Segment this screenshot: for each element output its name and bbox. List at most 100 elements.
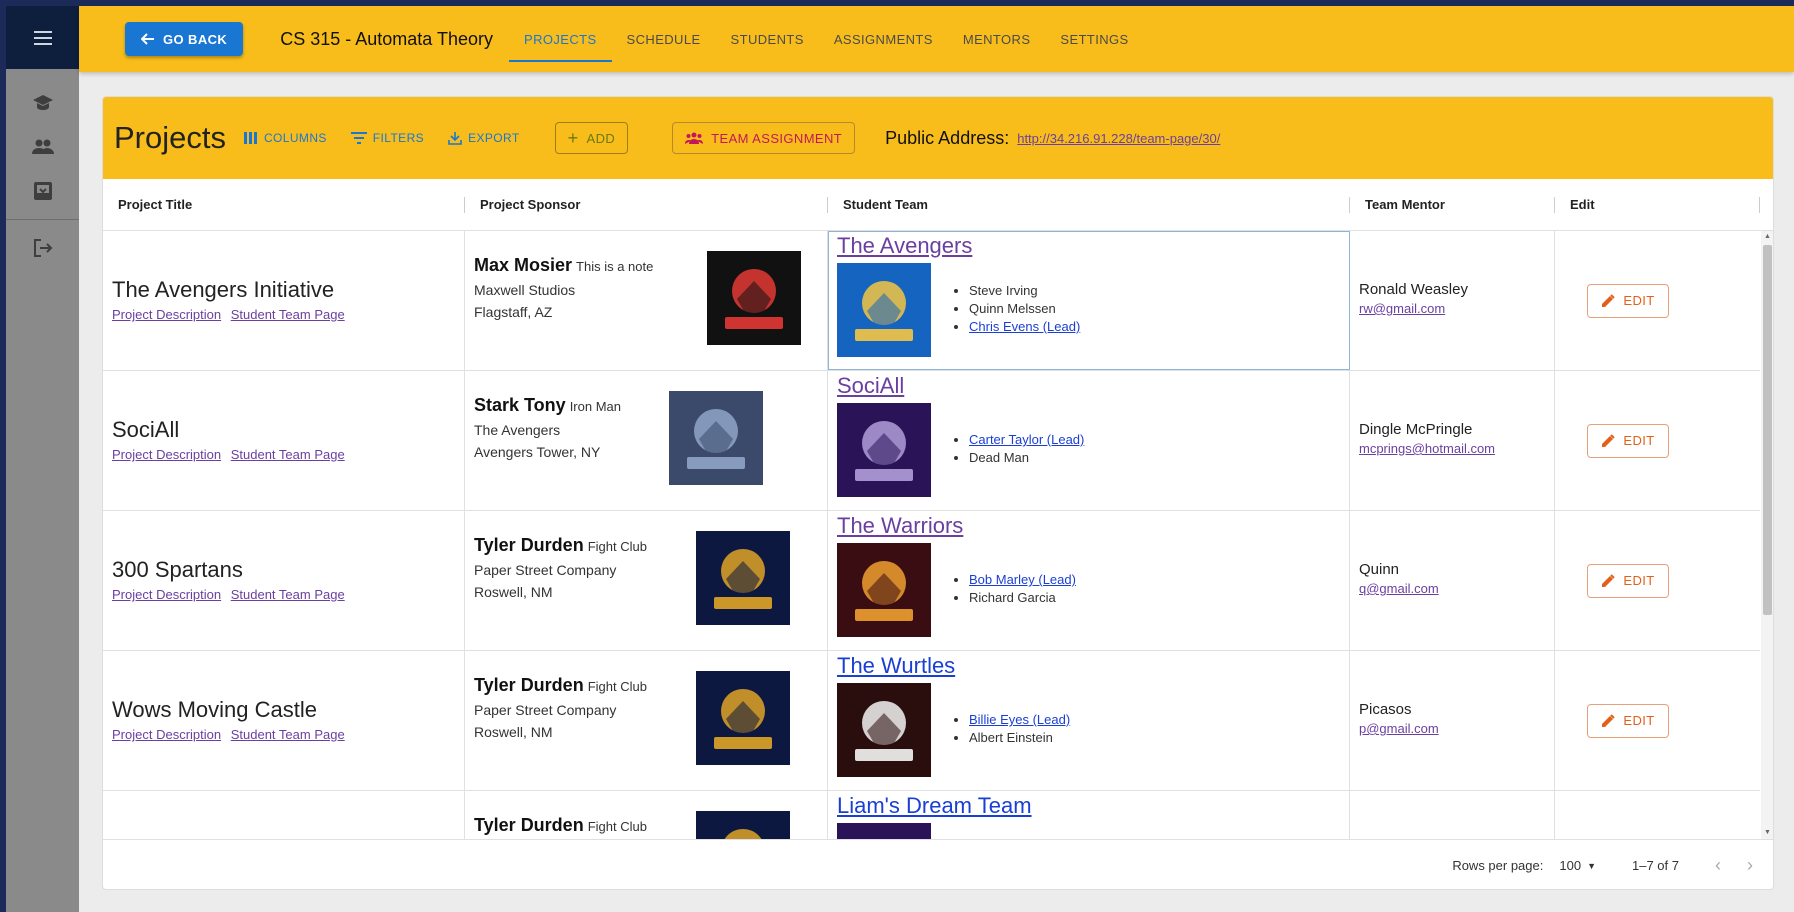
team-member-name[interactable]: Billie Eyes (Lead) bbox=[969, 712, 1070, 727]
team-name-link[interactable]: The Avengers bbox=[837, 233, 1349, 259]
team-member-name[interactable]: Bob Marley (Lead) bbox=[969, 572, 1076, 587]
filters-button[interactable]: FILTERS bbox=[350, 131, 425, 145]
tab-assignments[interactable]: ASSIGNMENTS bbox=[819, 6, 948, 72]
pencil-icon bbox=[1602, 433, 1616, 447]
tab-schedule[interactable]: SCHEDULE bbox=[612, 6, 716, 72]
lion-logo bbox=[837, 543, 931, 637]
tab-settings[interactable]: SETTINGS bbox=[1045, 6, 1143, 72]
team-member-name[interactable]: Chris Evens (Lead) bbox=[969, 319, 1080, 334]
student-team-page-link[interactable]: Student Team Page bbox=[231, 727, 345, 742]
project-description-link[interactable]: Project Description bbox=[112, 727, 221, 742]
project-description-link[interactable]: Project Description bbox=[112, 447, 221, 462]
student-team-page-link[interactable]: Student Team Page bbox=[231, 447, 345, 462]
sponsor-name: Tyler Durden bbox=[474, 675, 584, 695]
sponsor-logo bbox=[696, 671, 790, 765]
grid-scrollbar[interactable]: ▲ ▼ bbox=[1761, 231, 1773, 839]
go-back-button[interactable]: GO BACK bbox=[125, 22, 244, 56]
team-member[interactable]: Billie Eyes (Lead) bbox=[969, 712, 1070, 727]
next-page-button[interactable]: › bbox=[1747, 855, 1753, 876]
team-member[interactable]: Chris Evens (Lead) bbox=[969, 319, 1080, 334]
table-row[interactable]: 300 Spartans Project Description Student… bbox=[103, 511, 1760, 651]
header-project-sponsor[interactable]: Project Sponsor bbox=[465, 179, 828, 230]
header-student-team[interactable]: Student Team bbox=[828, 179, 1350, 230]
rail-users-button[interactable] bbox=[6, 125, 79, 169]
header-edit[interactable]: Edit bbox=[1555, 179, 1760, 230]
team-mentor-cell bbox=[1350, 791, 1555, 839]
edit-cell: EDIT bbox=[1555, 231, 1760, 370]
project-sponsor-cell: Tyler Durden Fight Club Paper Street Comp… bbox=[465, 651, 828, 790]
table-row[interactable]: SociAll Project Description Student Team… bbox=[103, 371, 1760, 511]
school-icon bbox=[32, 95, 53, 110]
team-body: Bob Marley (Lead) Richard Garcia bbox=[837, 543, 1349, 637]
filters-label: FILTERS bbox=[372, 131, 425, 145]
scrollbar-thumb[interactable] bbox=[1763, 245, 1772, 615]
plus-icon: + bbox=[567, 128, 579, 148]
tab-students[interactable]: STUDENTS bbox=[716, 6, 819, 72]
student-team-cell[interactable]: The Wurtles Billie Eyes (Lead) Albert Ein… bbox=[828, 651, 1350, 790]
mentor-email-link[interactable]: mcprings@hotmail.com bbox=[1359, 441, 1554, 456]
student-team-page-link[interactable]: Student Team Page bbox=[231, 307, 345, 322]
mentor-email-link[interactable]: q@gmail.com bbox=[1359, 581, 1554, 596]
team-member: Albert Einstein bbox=[969, 730, 1070, 745]
project-description-link[interactable]: Project Description bbox=[112, 587, 221, 602]
edit-button[interactable]: EDIT bbox=[1587, 563, 1669, 598]
student-team-page-link[interactable]: Student Team Page bbox=[231, 587, 345, 602]
team-mentor-cell: Ronald Weasley rw@gmail.com bbox=[1350, 231, 1555, 370]
tab-projects[interactable]: PROJECTS bbox=[509, 6, 612, 72]
team-member[interactable]: Carter Taylor (Lead) bbox=[969, 432, 1084, 447]
scroll-up-icon[interactable]: ▲ bbox=[1763, 232, 1772, 242]
sponsor-location: Avengers Tower, NY bbox=[474, 444, 601, 460]
panther-logo bbox=[707, 251, 801, 345]
header-team-mentor[interactable]: Team Mentor bbox=[1350, 179, 1555, 230]
pagination-range: 1–7 of 7 bbox=[1632, 858, 1679, 873]
tab-mentors[interactable]: MENTORS bbox=[948, 6, 1046, 72]
project-links: Project Description Student Team Page bbox=[112, 587, 464, 602]
rail-inbox-button[interactable] bbox=[6, 169, 79, 213]
student-team-cell[interactable]: The Avengers Steve Irving Quinn Melssen Ch… bbox=[828, 231, 1350, 370]
team-body: Steve Irving Quinn Melssen Chris Evens (Le… bbox=[837, 263, 1349, 357]
table-row[interactable]: Tyler Durden Fight Club Liam's Dream Team bbox=[103, 791, 1760, 839]
project-title: SociAll bbox=[112, 417, 180, 442]
add-button[interactable]: + ADD bbox=[554, 122, 629, 154]
columns-button[interactable]: COLUMNS bbox=[243, 131, 327, 145]
columns-icon bbox=[243, 132, 257, 144]
team-member-name[interactable]: Carter Taylor (Lead) bbox=[969, 432, 1084, 447]
mentor-email-link[interactable]: p@gmail.com bbox=[1359, 721, 1554, 736]
project-description-link[interactable]: Project Description bbox=[112, 307, 221, 322]
student-team-cell[interactable]: Liam's Dream Team bbox=[828, 791, 1350, 839]
student-team-cell[interactable]: The Warriors Bob Marley (Lead) Richard Ga… bbox=[828, 511, 1350, 650]
team-member[interactable]: Bob Marley (Lead) bbox=[969, 572, 1076, 587]
scroll-down-icon[interactable]: ▼ bbox=[1763, 828, 1772, 838]
team-name-link[interactable]: Liam's Dream Team bbox=[837, 793, 1349, 819]
export-label: EXPORT bbox=[468, 131, 520, 145]
public-address-link[interactable]: http://34.216.91.228/team-page/30/ bbox=[1017, 131, 1220, 146]
team-member: Quinn Melssen bbox=[969, 301, 1080, 316]
pumas-logo bbox=[837, 683, 931, 777]
rail-logout-button[interactable] bbox=[6, 226, 79, 270]
sponsor-logo bbox=[669, 391, 763, 485]
edit-button[interactable]: EDIT bbox=[1587, 703, 1669, 738]
prev-page-button[interactable]: ‹ bbox=[1715, 855, 1721, 876]
student-team-cell[interactable]: SociAll Carter Taylor (Lead) Dead Man bbox=[828, 371, 1350, 510]
sponsor-name: Max Mosier bbox=[474, 255, 573, 275]
team-name-link[interactable]: The Warriors bbox=[837, 513, 1349, 539]
team-name-link[interactable]: SociAll bbox=[837, 373, 1349, 399]
go-back-label: GO BACK bbox=[163, 31, 228, 47]
team-name-link[interactable]: The Wurtles bbox=[837, 653, 1349, 679]
project-sponsor-cell: Tyler Durden Fight Club Paper Street Comp… bbox=[465, 511, 828, 650]
header-project-title[interactable]: Project Title bbox=[103, 179, 465, 230]
team-assignment-button[interactable]: TEAM ASSIGNMENT bbox=[672, 122, 856, 154]
export-button[interactable]: EXPORT bbox=[448, 131, 520, 145]
rows-per-page-select[interactable]: 100 ▼ bbox=[1559, 858, 1596, 873]
table-row[interactable]: The Avengers Initiative Project Descript… bbox=[103, 231, 1760, 371]
team-member-name: Albert Einstein bbox=[969, 730, 1053, 745]
pencil-icon bbox=[1602, 713, 1616, 727]
edit-button[interactable]: EDIT bbox=[1587, 423, 1669, 458]
menu-button[interactable] bbox=[6, 6, 79, 69]
mentor-email-link[interactable]: rw@gmail.com bbox=[1359, 301, 1554, 316]
table-row[interactable]: Wows Moving Castle Project Description S… bbox=[103, 651, 1760, 791]
edit-button[interactable]: EDIT bbox=[1587, 283, 1669, 318]
rail-courses-button[interactable] bbox=[6, 81, 79, 125]
top-bar: GO BACK CS 315 - Automata Theory PROJECT… bbox=[79, 6, 1794, 72]
filter-icon bbox=[350, 132, 367, 144]
